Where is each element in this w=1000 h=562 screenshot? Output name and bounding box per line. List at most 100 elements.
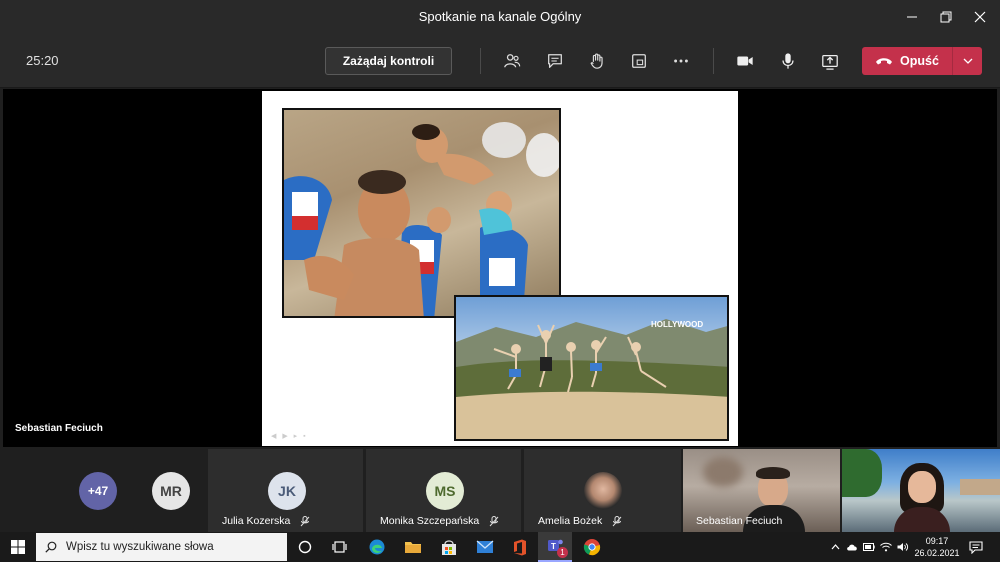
more-icon: [674, 59, 688, 63]
onedrive-tray-button[interactable]: [845, 532, 859, 562]
task-view-button[interactable]: [322, 532, 356, 562]
teams-notification-badge: 1: [557, 547, 568, 558]
start-button[interactable]: [0, 532, 36, 562]
minimize-icon: [907, 16, 917, 18]
toolbar-divider: [480, 48, 481, 74]
taskbar-chrome[interactable]: [575, 532, 609, 562]
participant-tile[interactable]: MS Monika Szczepańska: [366, 449, 521, 532]
slide-photo-hollywood-jump: HOLLYWOOD: [454, 295, 729, 441]
more-options-button[interactable]: [666, 47, 696, 75]
leave-label: Opuść: [900, 54, 939, 68]
taskbar-mail[interactable]: [468, 532, 502, 562]
office-icon: [514, 539, 526, 555]
taskbar-edge[interactable]: [360, 532, 394, 562]
chevron-up-icon: [831, 544, 839, 550]
task-view-icon: [331, 541, 347, 553]
leave-main[interactable]: Opuść: [862, 47, 952, 75]
microphone-button[interactable]: [773, 47, 803, 75]
taskbar-clock[interactable]: 09:17 26.02.2021: [912, 535, 962, 559]
cortana-button[interactable]: [288, 532, 322, 562]
person-face-front: [908, 471, 936, 503]
participant-name: Sebastian Feciuch: [696, 515, 783, 527]
taskbar-store[interactable]: [432, 532, 466, 562]
battery-icon: [863, 543, 875, 551]
mic-off-icon: [612, 515, 622, 527]
chat-button[interactable]: [540, 47, 570, 75]
participant-name: Julia Kozerska: [222, 515, 310, 527]
close-icon: [974, 11, 986, 23]
chevron-down-icon: [963, 58, 972, 64]
raise-hand-icon: [590, 53, 603, 69]
presentation-slide: HOLLYWOOD: [262, 91, 738, 446]
avatar: MS: [426, 472, 464, 510]
people-icon: [504, 54, 521, 68]
svg-text:HOLLYWOOD: HOLLYWOOD: [651, 320, 703, 329]
request-control-button[interactable]: Zażądaj kontroli: [325, 47, 452, 75]
restore-button[interactable]: [929, 0, 963, 34]
taskbar-teams[interactable]: T 1: [538, 532, 572, 562]
notification-icon: [969, 540, 983, 554]
people-button[interactable]: [497, 47, 527, 75]
mic-off-icon: [300, 515, 310, 527]
rooms-icon: [632, 54, 646, 68]
windows-logo-icon: [11, 540, 25, 554]
edge-icon: [369, 539, 385, 555]
camera-button[interactable]: [730, 47, 760, 75]
microphone-icon: [782, 53, 794, 69]
call-toolbar: 25:20 Zażądaj kontroli Opuść: [0, 34, 1000, 88]
participant-video-tile[interactable]: [842, 449, 1000, 532]
mail-icon: [476, 540, 494, 553]
search-icon: [45, 541, 57, 553]
blurred-background: [703, 457, 743, 487]
breakout-rooms-button[interactable]: [624, 47, 654, 75]
svg-text:T: T: [551, 542, 556, 551]
participant-strip: +47 MR JK Julia Kozerska MS Monika Szcze…: [0, 449, 1000, 532]
participant-name: Amelia Bożek: [538, 515, 622, 527]
speaker-icon: [897, 543, 909, 551]
taskbar-file-explorer[interactable]: [396, 532, 430, 562]
store-icon: [442, 539, 456, 555]
mic-off-icon: [489, 515, 499, 527]
volume-tray-button[interactable]: [896, 532, 910, 562]
hang-up-icon: [876, 58, 893, 65]
participant-tile[interactable]: JK Julia Kozerska: [208, 449, 363, 532]
shared-content-stage: HOLLYWOOD ◀ ▶ ▸ ▪ Sebastian Feciuch: [3, 89, 997, 447]
palm-tree: [842, 449, 882, 497]
participant-name: Monika Szczepańska: [380, 515, 499, 527]
avatar-photo: [584, 472, 622, 510]
battery-tray-button[interactable]: [862, 532, 876, 562]
slide-navigation-controls[interactable]: ◀ ▶ ▸ ▪: [271, 432, 308, 440]
avatar: JK: [268, 472, 306, 510]
presenter-name: Sebastian Feciuch: [15, 423, 103, 434]
overflow-participants-button[interactable]: +47: [79, 472, 117, 510]
title-bar: Spotkanie na kanale Ogólny: [0, 0, 1000, 34]
action-center-button[interactable]: [966, 532, 986, 562]
slide-photo-beach-selfie: [282, 108, 561, 318]
windows-taskbar: Wpisz tu wyszukiwane słowa T 1 09:17 26.…: [0, 532, 1000, 562]
participant-name-label: Julia Kozerska: [222, 515, 291, 527]
window-title: Spotkanie na kanale Ogólny: [418, 9, 582, 24]
participant-tile[interactable]: Amelia Bożek: [524, 449, 681, 532]
taskbar-search-input[interactable]: Wpisz tu wyszukiwane słowa: [36, 533, 287, 561]
minimize-button[interactable]: [895, 0, 929, 34]
taskbar-office[interactable]: [503, 532, 537, 562]
person-hair: [756, 467, 790, 479]
leave-options-dropdown[interactable]: [953, 47, 982, 75]
chat-icon: [548, 54, 562, 68]
avatar[interactable]: MR: [152, 472, 190, 510]
raise-hand-button[interactable]: [582, 47, 612, 75]
share-icon: [822, 54, 838, 70]
chrome-icon: [583, 539, 601, 556]
close-button[interactable]: [963, 0, 997, 34]
clock-time: 09:17: [925, 536, 949, 546]
search-placeholder: Wpisz tu wyszukiwane słowa: [66, 541, 214, 553]
wifi-icon: [880, 542, 892, 552]
call-timer: 25:20: [26, 53, 59, 68]
participant-video-tile[interactable]: Sebastian Feciuch: [683, 449, 840, 532]
leave-button[interactable]: Opuść: [862, 47, 982, 75]
share-screen-button[interactable]: [815, 47, 845, 75]
show-hidden-icons-button[interactable]: [828, 532, 842, 562]
network-tray-button[interactable]: [879, 532, 893, 562]
toolbar-divider: [713, 48, 714, 74]
cortana-icon: [298, 540, 312, 554]
